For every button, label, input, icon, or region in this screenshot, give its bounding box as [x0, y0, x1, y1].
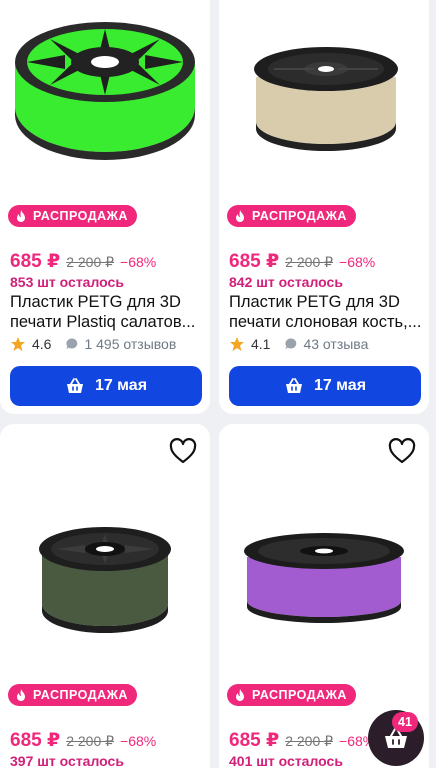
rating-row: 4.1 43 отзыва: [229, 336, 368, 352]
rating-value: 4.6: [32, 336, 52, 352]
discount: −68%: [120, 733, 157, 749]
product-title-line: печати Plastiq салатов...: [10, 313, 196, 331]
heart-icon: [388, 438, 416, 464]
price-row: 685 ₽ 2 200 ₽ −68%: [229, 729, 375, 752]
comment-icon: [285, 338, 297, 350]
sale-badge: РАСПРОДАЖА: [227, 205, 356, 227]
fire-icon: [236, 210, 244, 222]
product-image[interactable]: [219, 484, 429, 674]
sale-badge: РАСПРОДАЖА: [227, 684, 356, 706]
star-icon: [230, 337, 244, 351]
price-row: 685 ₽ 2 200 ₽ −68%: [10, 729, 156, 752]
comment-icon: [66, 338, 78, 350]
current-price: 685 ₽: [10, 730, 61, 751]
current-price: 685 ₽: [229, 251, 280, 272]
old-price: 2 200 ₽: [285, 254, 334, 270]
rating-row: 4.6 1 495 отзывов: [10, 336, 176, 352]
stock-left: 853 шт осталось: [10, 274, 124, 290]
shopping-basket-icon: [66, 378, 83, 393]
product-card[interactable]: РАСПРОДАЖА 685 ₽ 2 200 ₽ −68% 853 шт ост…: [0, 0, 210, 414]
cart-count-badge: 41: [392, 712, 418, 732]
rating-value: 4.1: [251, 336, 271, 352]
heart-icon: [169, 438, 197, 464]
product-card[interactable]: РАСПРОДАЖА 685 ₽ 2 200 ₽ −68% 842 шт ост…: [219, 0, 429, 414]
filament-spool-icon: [244, 533, 404, 623]
favorite-button[interactable]: [385, 434, 419, 468]
current-price: 685 ₽: [229, 730, 280, 751]
old-price: 2 200 ₽: [285, 733, 334, 749]
stock-left: 401 шт осталось: [229, 753, 343, 768]
add-to-cart-button[interactable]: 17 мая: [10, 366, 202, 406]
product-feed: РАСПРОДАЖА 685 ₽ 2 200 ₽ −68% 853 шт ост…: [0, 0, 436, 768]
badge-label: РАСПРОДАЖА: [33, 688, 128, 702]
add-to-cart-button[interactable]: 17 мая: [229, 366, 421, 406]
product-title[interactable]: Пластик PETG для 3D печати Plastiq салат…: [10, 292, 202, 332]
product-image[interactable]: [0, 484, 210, 674]
current-price: 685 ₽: [10, 251, 61, 272]
product-title-line: Пластик PETG для 3D: [10, 293, 181, 311]
product-card[interactable]: РАСПРОДАЖА 685 ₽ 2 200 ₽ −68% 397 шт ост…: [0, 424, 210, 768]
fire-icon: [17, 689, 25, 701]
favorite-button[interactable]: [166, 434, 200, 468]
product-title-line: печати слоновая кость,...: [229, 313, 421, 331]
delivery-date: 17 мая: [313, 377, 367, 394]
badge-label: РАСПРОДАЖА: [252, 209, 347, 223]
product-title-line: Пластик PETG для 3D: [229, 293, 400, 311]
old-price: 2 200 ₽: [66, 254, 115, 270]
sale-badge: РАСПРОДАЖА: [8, 684, 137, 706]
old-price: 2 200 ₽: [66, 733, 115, 749]
price-row: 685 ₽ 2 200 ₽ −68%: [229, 250, 375, 273]
discount: −68%: [339, 254, 376, 270]
reviews-count: 1 495 отзывов: [84, 336, 177, 352]
filament-spool-icon: [15, 22, 195, 160]
product-image[interactable]: [0, 0, 210, 184]
stock-left: 397 шт осталось: [10, 753, 124, 768]
filament-spool-icon: [39, 527, 171, 633]
fire-icon: [17, 210, 25, 222]
shopping-basket-icon: [285, 378, 302, 393]
stock-left: 842 шт осталось: [229, 274, 343, 290]
filament-spool-icon: [254, 47, 398, 151]
product-image[interactable]: [219, 0, 429, 184]
star-icon: [11, 337, 25, 351]
discount: −68%: [120, 254, 157, 270]
reviews-count: 43 отзыва: [303, 336, 369, 352]
badge-label: РАСПРОДАЖА: [252, 688, 347, 702]
sale-badge: РАСПРОДАЖА: [8, 205, 137, 227]
delivery-date: 17 мая: [94, 377, 148, 394]
badge-label: РАСПРОДАЖА: [33, 209, 128, 223]
price-row: 685 ₽ 2 200 ₽ −68%: [10, 250, 156, 273]
product-title[interactable]: Пластик PETG для 3D печати слоновая кост…: [229, 292, 421, 332]
fire-icon: [236, 689, 244, 701]
